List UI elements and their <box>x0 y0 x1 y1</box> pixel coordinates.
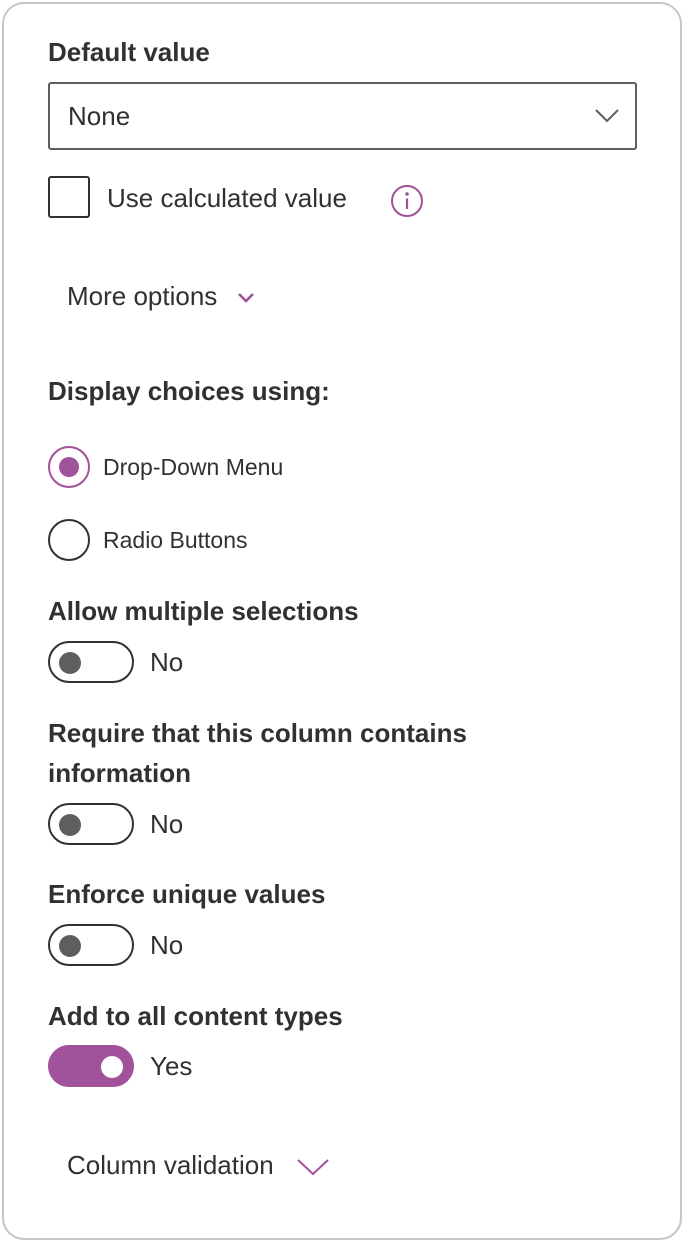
chevron-down-icon <box>237 293 254 303</box>
column-validation-link[interactable]: Column validation <box>67 1145 331 1185</box>
toggle-knob <box>59 814 81 836</box>
enforce-unique-values-label: Enforce unique values <box>48 879 326 909</box>
use-calculated-value-checkbox[interactable] <box>48 176 90 218</box>
radio-selected-dot <box>59 457 79 477</box>
more-options-link[interactable]: More options <box>67 276 257 316</box>
require-information-toggle[interactable] <box>48 803 134 845</box>
require-information-label-line2: information <box>48 758 191 788</box>
add-to-content-types-label: Add to all content types <box>48 1001 343 1031</box>
chevron-down-icon <box>297 1159 329 1176</box>
add-to-content-types-toggle[interactable] <box>48 1045 134 1087</box>
radio-radio-buttons-label: Radio Buttons <box>103 527 248 553</box>
enforce-unique-values-state: No <box>150 930 184 960</box>
default-value-selected: None <box>68 101 131 131</box>
require-information-label-line1: Require that this column contains <box>48 718 467 748</box>
toggle-knob <box>59 935 81 957</box>
toggle-knob <box>59 652 81 674</box>
radio-drop-down-menu[interactable] <box>48 446 90 488</box>
default-value-label: Default value <box>48 37 210 67</box>
display-choices-label: Display choices using: <box>48 376 330 406</box>
allow-multiple-selections-toggle[interactable] <box>48 641 134 683</box>
enforce-unique-values-toggle[interactable] <box>48 924 134 966</box>
use-calculated-value-label: Use calculated value <box>107 183 347 213</box>
allow-multiple-selections-label: Allow multiple selections <box>48 596 359 626</box>
column-validation-label: Column validation <box>67 1150 274 1180</box>
allow-multiple-selections-state: No <box>150 647 184 677</box>
more-options-label: More options <box>67 281 218 311</box>
info-icon[interactable] <box>390 184 424 218</box>
radio-radio-buttons[interactable] <box>48 519 90 561</box>
require-information-state: No <box>150 809 184 839</box>
add-to-content-types-state: Yes <box>150 1051 193 1081</box>
default-value-dropdown[interactable]: None <box>48 82 637 150</box>
radio-drop-down-menu-label: Drop-Down Menu <box>103 454 284 480</box>
toggle-knob <box>101 1056 123 1078</box>
chevron-down-icon <box>595 109 619 123</box>
